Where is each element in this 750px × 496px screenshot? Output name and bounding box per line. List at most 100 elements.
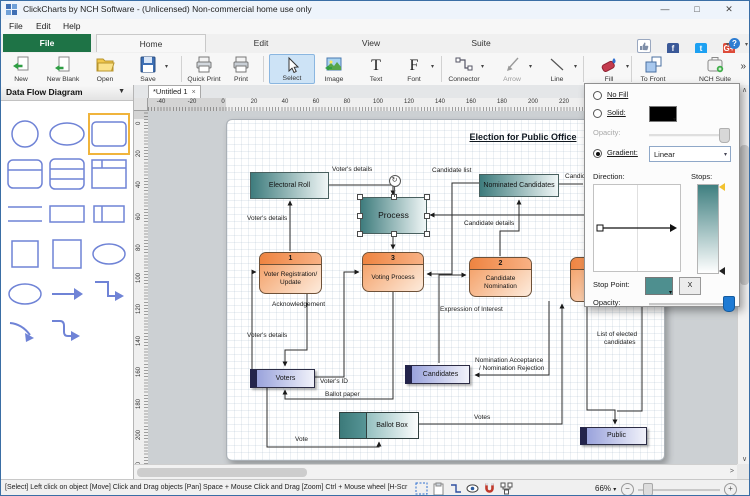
edge-label[interactable]: Voter's details	[332, 166, 372, 173]
eye-icon[interactable]	[466, 482, 480, 496]
edge-label[interactable]: / Nomination Rejection	[479, 365, 544, 372]
selection-handle[interactable]	[424, 194, 430, 200]
solid-color-swatch[interactable]: ▾	[649, 106, 677, 122]
chevron-down-icon[interactable]: ▾	[481, 63, 484, 70]
selection-handle[interactable]	[391, 231, 397, 237]
edge-label[interactable]: Voter's details	[247, 332, 287, 339]
edge-label[interactable]: Votes	[474, 414, 490, 421]
layout-icon[interactable]	[500, 482, 514, 496]
stop-opacity-handle[interactable]	[723, 296, 735, 312]
scroll-down-icon[interactable]: ∨	[742, 455, 747, 463]
menu-file[interactable]: File	[9, 21, 23, 31]
edge-label[interactable]: Candidate list	[432, 167, 471, 174]
zoom-slider-handle[interactable]	[643, 483, 653, 496]
solid-label[interactable]: Solid:	[607, 108, 626, 117]
gradient-stops-bar[interactable]	[697, 184, 719, 274]
shape-ellipse-small[interactable]	[89, 234, 129, 274]
shape-arrow-right[interactable]	[47, 274, 87, 314]
no-fill-label[interactable]: No Fill	[607, 90, 628, 99]
ballot-box-node[interactable]: Ballot Box	[339, 412, 419, 439]
horizontal-scrollbar[interactable]: >	[134, 464, 737, 479]
rotate-handle-icon[interactable]: ↻	[389, 175, 401, 187]
voting-process-node[interactable]: 3Voting Process	[362, 252, 424, 292]
edge-label[interactable]: List of elected	[597, 331, 637, 338]
stop-marker-bottom[interactable]	[719, 267, 725, 275]
shape-ellipse2[interactable]	[5, 274, 45, 314]
chevron-down-icon[interactable]: ▾	[574, 63, 577, 70]
scroll-up-icon[interactable]: ∧	[742, 86, 747, 94]
toolbar-button-print[interactable]: Print	[218, 54, 264, 84]
selection-handle[interactable]	[424, 213, 430, 219]
gradient-type-select[interactable]: Linear ▾	[649, 146, 731, 162]
toolbar-overflow-button[interactable]: »	[740, 61, 746, 72]
solid-radio[interactable]	[593, 109, 602, 118]
selection-handle[interactable]	[424, 231, 430, 237]
voter-registration-update-node[interactable]: 1Voter Registration/ Update	[259, 252, 322, 294]
edge-label[interactable]: Ballot paper	[325, 391, 360, 398]
gradient-direction-box[interactable]	[593, 184, 681, 272]
menu-edit[interactable]: Edit	[36, 21, 51, 31]
shape-square2[interactable]	[47, 234, 87, 274]
tab-view[interactable]: View	[316, 34, 426, 52]
candidate-nomination-node[interactable]: 2Candidate Nomination	[469, 257, 532, 297]
remove-stop-button[interactable]: X	[679, 277, 701, 295]
process-node[interactable]: Process	[360, 197, 427, 234]
stop-opacity-slider[interactable]	[649, 303, 733, 306]
help-icon[interactable]: ?	[729, 38, 740, 49]
shape-s-elbow-arrow[interactable]	[47, 314, 87, 354]
toolbar-button-save[interactable]: Save▾	[125, 54, 171, 84]
like-icon[interactable]	[637, 39, 651, 53]
no-fill-radio[interactable]	[593, 91, 602, 100]
toolbar-button-nch-suite[interactable]: NCH Suite	[692, 54, 738, 84]
chevron-down-icon[interactable]: ▾	[431, 63, 434, 70]
connector-small-icon[interactable]	[449, 482, 463, 496]
electoral-roll-node[interactable]: Electoral Roll	[250, 172, 329, 199]
document-tab[interactable]: *Untitled 1×	[148, 85, 201, 99]
public-node[interactable]: Public	[580, 427, 647, 445]
edge-label[interactable]: Vote	[295, 436, 308, 443]
voters-node[interactable]: Voters	[250, 369, 315, 388]
tab-file[interactable]: File	[3, 34, 91, 52]
shape-rounded-rect[interactable]	[89, 114, 129, 154]
gradient-radio[interactable]	[593, 149, 602, 158]
tab-close-icon[interactable]: ×	[192, 89, 196, 96]
edge-label[interactable]: candidates	[604, 339, 635, 346]
maximize-button[interactable]: □	[683, 1, 711, 18]
stop-marker-top[interactable]	[719, 183, 725, 191]
zoom-in-button[interactable]: +	[724, 483, 737, 496]
edge-label[interactable]: Voter's details	[247, 215, 287, 222]
shape-rect-divided[interactable]	[89, 194, 129, 234]
help-caret[interactable]: ▾	[745, 41, 748, 48]
close-button[interactable]: ✕	[715, 1, 743, 18]
toolbar-button-line[interactable]: Line▾	[534, 54, 580, 84]
zoom-level[interactable]: 66% ▾	[595, 484, 616, 493]
candidates-node[interactable]: Candidates	[405, 365, 470, 384]
menu-help[interactable]: Help	[63, 21, 80, 31]
stop-color-swatch[interactable]: ▾	[645, 277, 673, 295]
zoom-out-button[interactable]: −	[621, 483, 634, 496]
paste-icon[interactable]	[432, 482, 446, 496]
minimize-button[interactable]: —	[651, 1, 679, 18]
selection-handle[interactable]	[357, 213, 363, 219]
nominated-candidates-node[interactable]: Nominated Candidates	[479, 174, 559, 197]
shape-rounded-rect-divided[interactable]	[5, 154, 45, 194]
shape-square[interactable]	[5, 234, 45, 274]
edge-label[interactable]: Voter's ID	[320, 378, 348, 385]
shape-ellipse[interactable]	[47, 114, 87, 154]
edge-label[interactable]: Candidate details	[464, 220, 514, 227]
palette-header-dropdown[interactable]: Data Flow Diagram ▼	[1, 85, 133, 101]
selection-icon[interactable]	[415, 482, 429, 496]
selection-handle[interactable]	[357, 231, 363, 237]
shape-rect-header[interactable]	[89, 154, 129, 194]
selection-handle[interactable]	[357, 194, 363, 200]
gradient-label[interactable]: Gradient:	[607, 148, 638, 157]
toolbar-button-font[interactable]: FFont▾	[391, 54, 437, 84]
chevron-down-icon[interactable]: ▾	[165, 63, 168, 70]
scroll-right-icon[interactable]: >	[730, 468, 734, 475]
edge-label[interactable]: Acknowledgement	[272, 301, 325, 308]
shape-rounded-rect-divided2[interactable]	[47, 154, 87, 194]
vertical-scroll-thumb[interactable]	[740, 145, 749, 285]
shape-elbow-arrow[interactable]	[89, 274, 129, 314]
horizontal-scroll-thumb[interactable]	[137, 468, 307, 477]
tab-home[interactable]: Home	[96, 34, 206, 52]
